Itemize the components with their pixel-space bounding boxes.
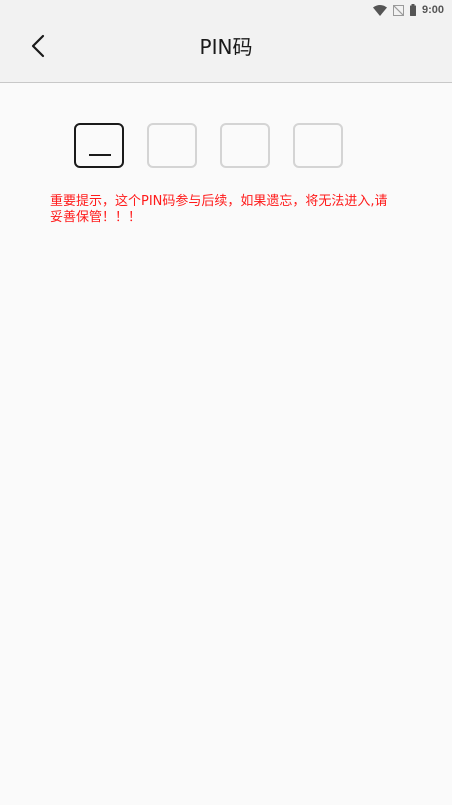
no-signal-icon: [392, 1, 404, 20]
pin-digit-box[interactable]: [147, 123, 197, 168]
battery-icon: [409, 1, 416, 20]
pin-input[interactable]: [74, 123, 343, 168]
pin-digit-box[interactable]: [220, 123, 270, 168]
pin-cursor: [89, 154, 111, 156]
status-bar: 9:00: [0, 0, 452, 20]
toolbar: PIN码: [0, 20, 452, 83]
warning-text: 重要提示，这个PIN码参与后续，如果遗忘，将无法进入,请妥善保管！！！: [50, 194, 388, 225]
status-icons: 9:00: [372, 1, 444, 20]
wifi-icon: [372, 1, 387, 20]
status-time: 9:00: [421, 4, 444, 16]
page-title: PIN码: [199, 35, 253, 59]
pin-digit-box[interactable]: [293, 123, 343, 168]
pin-digit-box[interactable]: [74, 123, 124, 168]
